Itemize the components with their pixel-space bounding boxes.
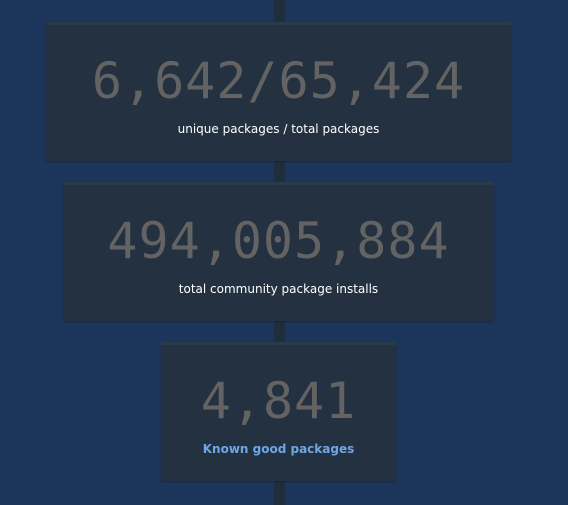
unique-total-packages-label: unique packages / total packages (177, 122, 380, 136)
stat-card-unique-packages: 6,642/65,424 unique packages / total pac… (46, 22, 511, 161)
stats-page: 6,642/65,424 unique packages / total pac… (0, 0, 568, 505)
stat-card-total-installs: 494,005,884 total community package inst… (63, 182, 494, 321)
known-good-value: 4,841 (200, 372, 357, 430)
stat-card-known-good: 4,841 Known good packages (161, 342, 396, 481)
known-good-packages-link[interactable]: Known good packages (161, 442, 396, 456)
total-installs-label: total community package installs (178, 282, 379, 296)
unique-total-packages-value: 6,642/65,424 (91, 52, 466, 110)
total-installs-value: 494,005,884 (107, 212, 450, 270)
